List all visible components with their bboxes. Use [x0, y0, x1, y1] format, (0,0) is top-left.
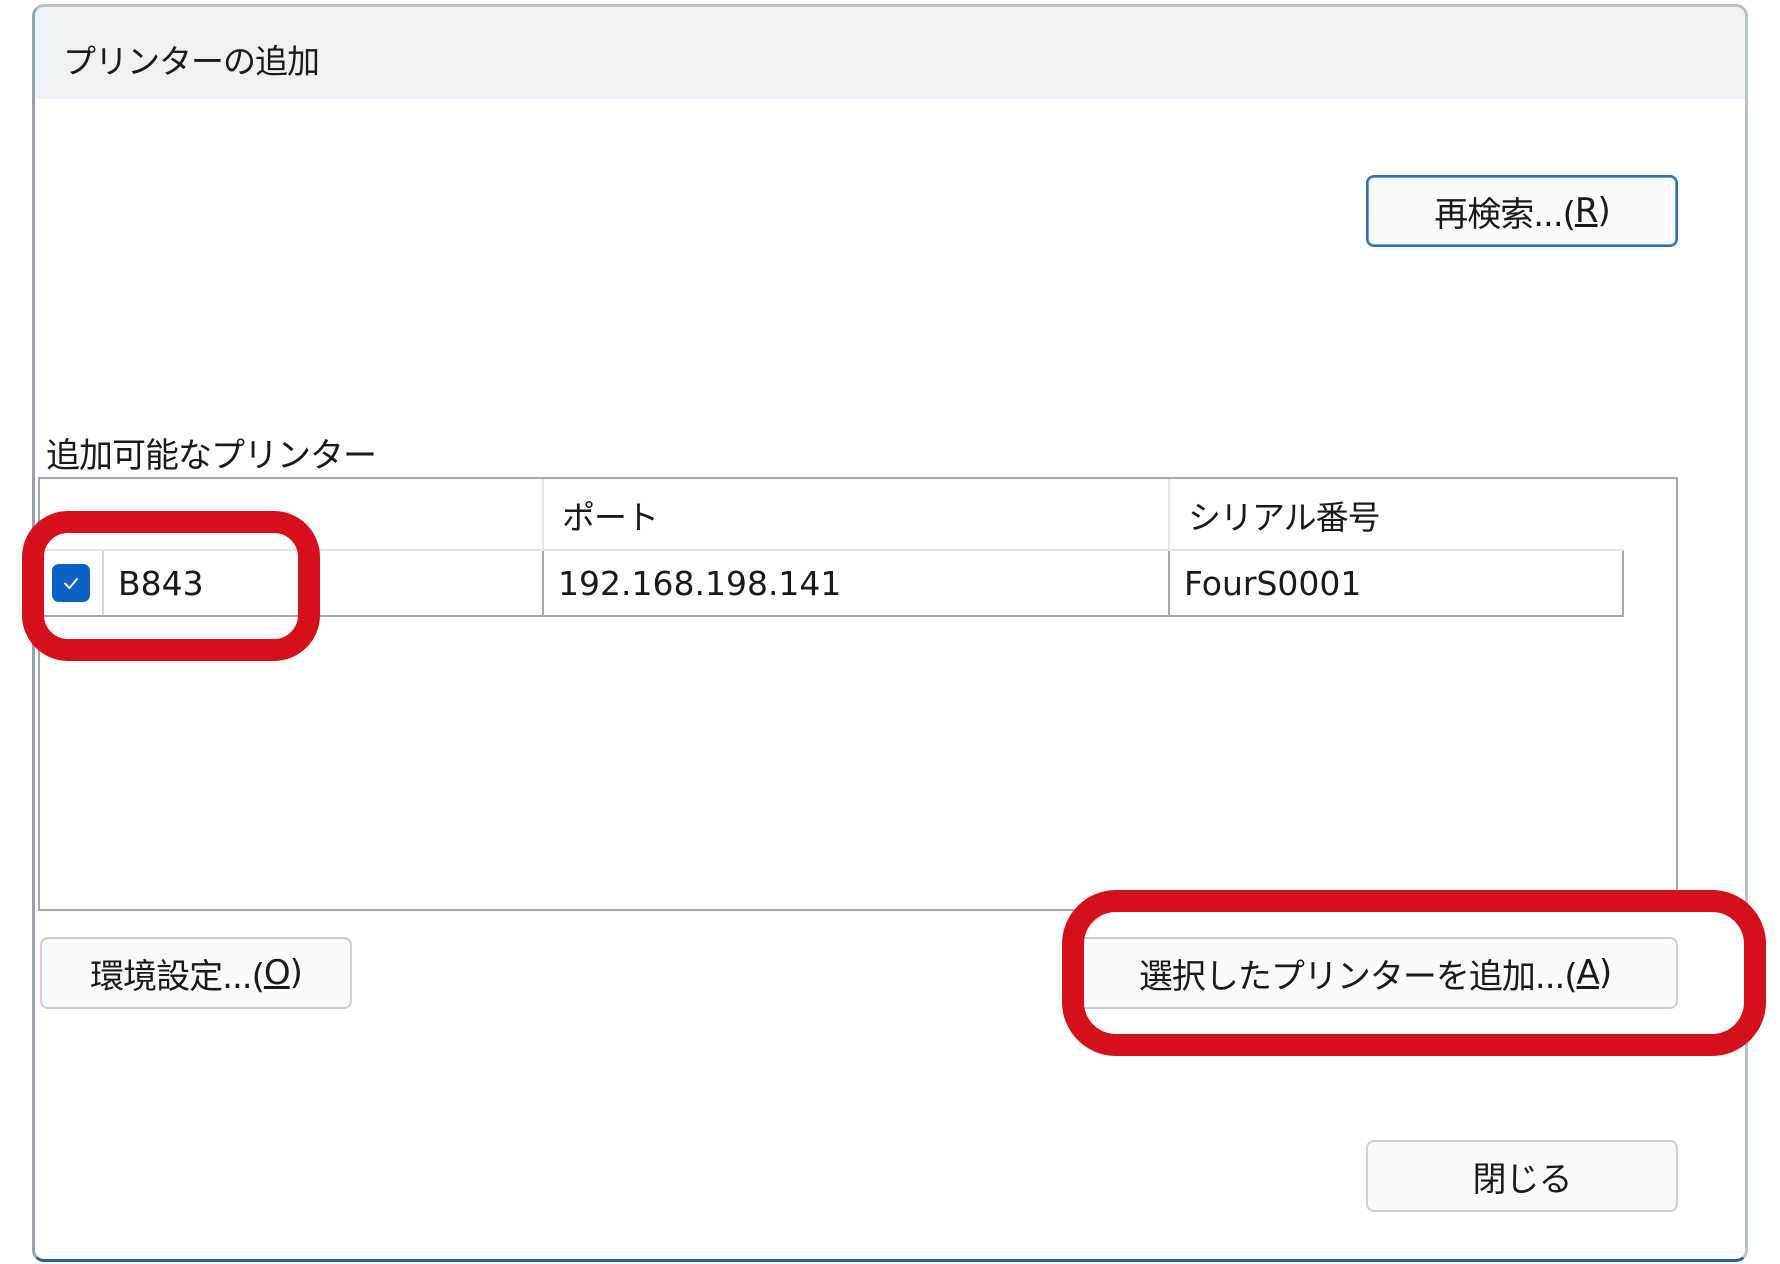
table-row[interactable]: B843 192.168.198.141 FourS0001 [40, 551, 1624, 617]
column-header-port[interactable]: ポート [544, 479, 1170, 551]
printer-checkbox[interactable] [52, 564, 90, 602]
add-button-label: 選択したプリンターを追加...( [1138, 956, 1578, 997]
add-button-paren: ) [1598, 953, 1612, 993]
rescan-button-label: 再検索...( [1434, 194, 1576, 235]
column-header-serial[interactable]: シリアル番号 [1170, 479, 1624, 551]
printer-name-cell: B843 [40, 551, 544, 615]
title-bar: プリンターの追加 [35, 7, 1745, 99]
close-button-label: 閉じる [1472, 1159, 1573, 1200]
rescan-button[interactable]: 再検索...(R) [1366, 175, 1678, 247]
rescan-button-key: R [1574, 191, 1599, 231]
close-button[interactable]: 閉じる [1366, 1140, 1678, 1212]
printer-serial-cell: FourS0001 [1170, 551, 1624, 615]
settings-button[interactable]: 環境設定...(O) [40, 937, 352, 1009]
add-selected-printer-button[interactable]: 選択したプリンターを追加...(A) [1072, 937, 1678, 1009]
checkmark-icon [64, 578, 78, 589]
dialog-title: プリンターの追加 [63, 42, 320, 81]
settings-button-label: 環境設定...( [90, 956, 265, 997]
list-header: ポート シリアル番号 [40, 479, 1624, 551]
add-button-key: A [1576, 953, 1600, 993]
available-printers-label: 追加可能なプリンター [46, 436, 377, 476]
settings-button-key: O [263, 953, 291, 993]
column-header-name[interactable] [40, 479, 544, 551]
settings-button-paren: ) [289, 953, 303, 993]
printer-port-cell: 192.168.198.141 [544, 551, 1170, 615]
printer-name: B843 [118, 563, 204, 603]
printer-list[interactable]: ポート シリアル番号 B843 192.168.198.141 FourS000… [38, 477, 1678, 911]
rescan-button-paren: ) [1597, 191, 1611, 231]
cell-divider [102, 551, 104, 615]
